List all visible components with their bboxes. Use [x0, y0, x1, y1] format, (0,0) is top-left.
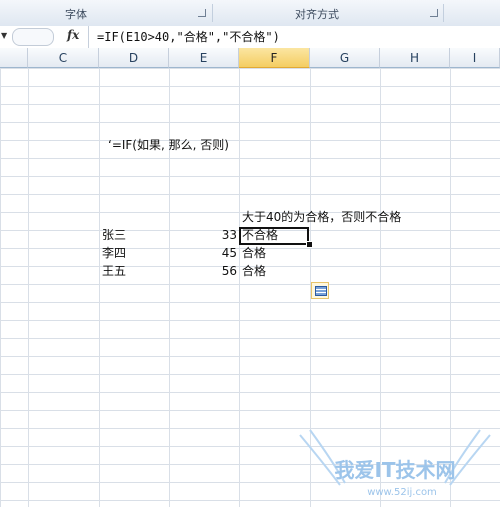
grid-line [28, 68, 29, 507]
cell-f-header[interactable]: 大于40的为合格，否则不合格 [242, 209, 401, 226]
cell-name[interactable]: 张三 [102, 227, 126, 244]
ribbon: 字体 对齐方式 [0, 0, 500, 27]
cell-score[interactable]: 45 [169, 245, 237, 262]
column-header-h[interactable]: H [380, 48, 450, 68]
formula-bar-buttons[interactable] [12, 28, 54, 46]
formula-bar: ▼ fx =IF(E10>40,"合格","不合格") [0, 26, 500, 49]
fill-handle[interactable] [306, 241, 313, 248]
insert-function-button[interactable]: fx [67, 28, 79, 42]
grid-line [450, 68, 451, 507]
grid-line [239, 68, 240, 507]
worksheet-grid[interactable] [0, 68, 500, 507]
grid-line [380, 68, 381, 507]
column-header-i[interactable]: I [450, 48, 500, 68]
formula-bar-divider [88, 26, 89, 48]
cell-name[interactable]: 李四 [102, 245, 126, 262]
ribbon-group-divider [212, 4, 213, 22]
cell-score[interactable]: 56 [169, 263, 237, 280]
column-header-partial[interactable] [0, 48, 28, 68]
cell-name[interactable]: 王五 [102, 263, 126, 280]
formula-input[interactable]: =IF(E10>40,"合格","不合格") [97, 28, 280, 45]
namebox-dropdown-icon[interactable]: ▼ [1, 31, 7, 40]
column-header-e[interactable]: E [169, 48, 239, 68]
ribbon-group-divider [443, 4, 444, 22]
cell-note-if-syntax[interactable]: ‘=IF(如果, 那么, 否则) [108, 137, 229, 154]
column-header-c[interactable]: C [28, 48, 99, 68]
auto-fill-options-button[interactable] [311, 282, 329, 299]
alignment-dialog-launcher-icon[interactable] [430, 9, 438, 17]
column-header-g[interactable]: G [310, 48, 380, 68]
grid-line [99, 68, 100, 507]
grid-line [169, 68, 170, 507]
cell-score[interactable]: 33 [169, 227, 237, 244]
cell-result[interactable]: 合格 [242, 263, 266, 280]
auto-fill-options-icon [315, 286, 327, 296]
column-header-f[interactable]: F [239, 48, 310, 68]
cell-result[interactable]: 合格 [242, 245, 266, 262]
column-header-d[interactable]: D [99, 48, 169, 68]
active-cell-selection[interactable] [239, 227, 309, 245]
ribbon-group-font-label: 字体 [65, 8, 87, 21]
ribbon-group-alignment-label: 对齐方式 [295, 8, 339, 21]
font-dialog-launcher-icon[interactable] [198, 9, 206, 17]
